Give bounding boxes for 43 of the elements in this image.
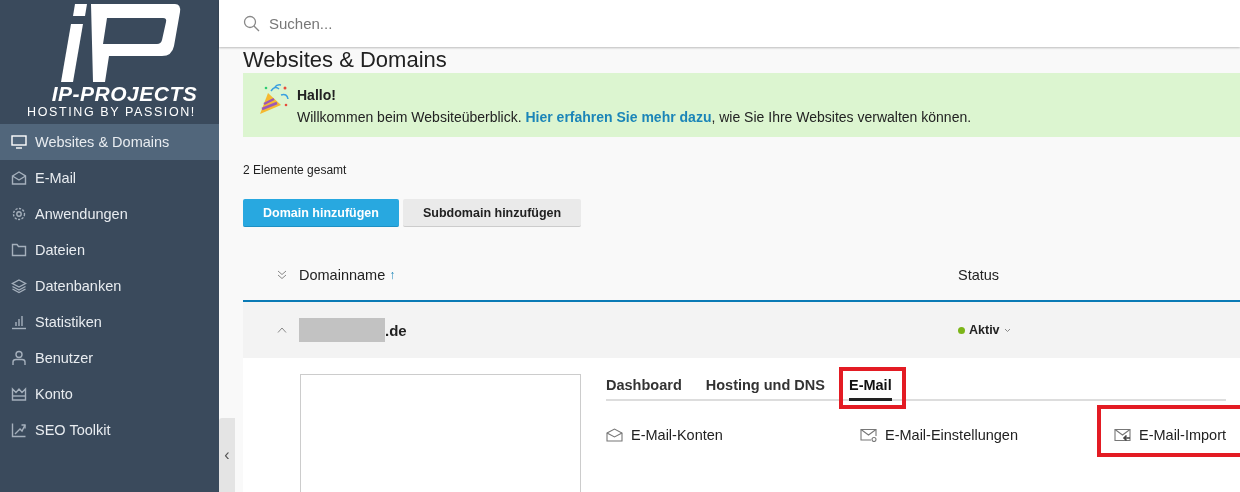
column-header[interactable]: Domainname <box>299 267 386 283</box>
sidebar-item[interactable]: Websites & Domains <box>0 124 219 160</box>
crown-icon <box>11 386 27 402</box>
envelope-icon <box>11 170 27 186</box>
sidebar-item[interactable]: Dateien <box>0 232 219 268</box>
search-icon <box>243 15 260 32</box>
status-label[interactable]: Aktiv <box>969 323 1000 337</box>
add-subdomain-button[interactable]: Subdomain hinzufügen <box>402 199 582 227</box>
banner-title: Hallo! <box>297 86 337 105</box>
monitor-icon <box>11 134 27 150</box>
sidebar-item[interactable]: Statistiken <box>0 304 219 340</box>
column-header[interactable]: Status <box>958 267 1000 283</box>
folder-icon <box>11 242 27 258</box>
sidebar-item[interactable]: Anwendungen <box>0 196 219 232</box>
caret-icon[interactable] <box>1003 327 1011 333</box>
logo-tagline: HOSTING BY PASSION! <box>27 104 196 120</box>
sidebar-item[interactable]: Datenbanken <box>0 268 219 304</box>
search-field[interactable]: Suchen... <box>267 14 571 33</box>
domain-name[interactable]: .de <box>385 321 407 339</box>
party-popper-icon <box>257 83 291 117</box>
email-link[interactable]: E-Mail-Konten <box>606 427 860 443</box>
envelope-gear-icon <box>860 428 877 442</box>
layers-icon <box>11 278 27 294</box>
tab[interactable]: Dashboard <box>606 372 682 401</box>
bar-chart-icon <box>11 314 27 330</box>
sidebar-item[interactable]: E-Mail <box>0 160 219 196</box>
item-count: 2 Elemente gesamt <box>243 163 348 177</box>
gear-icon <box>11 206 27 222</box>
collapse-sidebar-button[interactable]: ‹ <box>219 418 235 492</box>
banner-text: Willkommen beim Websiteüberblick. Hier erfahren Sie mehr dazu, wie Sie Ihre Websites verwalten können. <box>297 108 972 127</box>
tab[interactable]: Hosting und DNS <box>705 372 825 401</box>
sort-arrow-icon[interactable]: ↑ <box>389 268 396 282</box>
sidebar-item[interactable]: Konto <box>0 376 219 412</box>
sidebar-item[interactable]: SEO Toolkit <box>0 412 219 448</box>
email-link[interactable]: E-Mail-Einstellungen <box>860 427 1114 443</box>
page-title: Websites & Domains <box>243 48 447 72</box>
email-link[interactable]: E-Mail-Import <box>1114 427 1240 443</box>
growth-chart-icon <box>11 422 27 438</box>
sidebar-item[interactable]: Benutzer <box>0 340 219 376</box>
tab[interactable]: E-Mail <box>848 372 892 401</box>
envelope-icon <box>606 428 623 442</box>
logo-name: IP-PROJECTS <box>51 84 198 104</box>
user-icon <box>11 350 27 366</box>
